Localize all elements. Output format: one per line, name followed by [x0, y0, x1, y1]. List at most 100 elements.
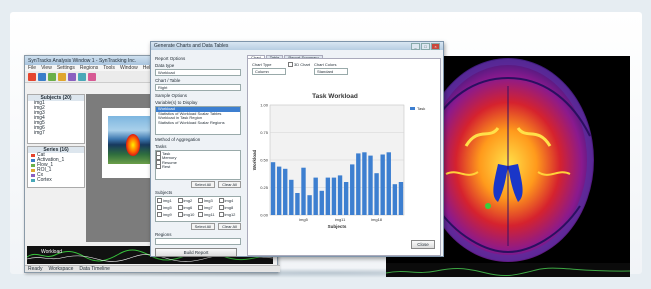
subject-checkbox-label: img12 [224, 212, 236, 218]
y-tick-label: 0.50 [260, 158, 269, 163]
subject-checkbox[interactable]: img8 [218, 205, 240, 211]
legend-label: Task [417, 106, 425, 111]
subject-checkbox[interactable]: img10 [177, 212, 199, 218]
variables-label: Variable(s) to Display [155, 100, 198, 105]
status-text: Ready [28, 266, 43, 272]
menu-tools[interactable]: Tools [103, 65, 115, 71]
tasks-select-all-button[interactable]: Select All [190, 181, 216, 188]
subject-checkbox-label: img6 [183, 205, 193, 211]
checkbox-icon [218, 197, 224, 203]
x-axis-label: Subjects [328, 224, 347, 229]
tasks-list: Task Memory Resume Rest [155, 150, 241, 180]
bar [362, 152, 367, 215]
subject-checkbox-label: img11 [204, 212, 215, 218]
subject-checkbox-label: img3 [204, 197, 213, 203]
y-tick-label: 0.00 [260, 213, 269, 218]
subject-checkbox[interactable]: img11 [198, 212, 219, 218]
regions-label: Regions [155, 232, 172, 237]
chart-dialog: Generate Charts and Data Tables _ □ × Re… [150, 41, 444, 257]
series-item[interactable]: Cortex [28, 178, 84, 183]
subject-checkbox[interactable]: img6 [177, 205, 199, 211]
series-swatch-icon [31, 179, 35, 182]
settings-tool-icon[interactable] [88, 72, 96, 81]
build-report-button[interactable]: Build Report [155, 248, 237, 257]
subject-checkbox[interactable]: img7 [198, 205, 219, 211]
bar [380, 154, 385, 215]
checkbox-icon [177, 205, 183, 211]
data-type-select[interactable]: Workload [155, 69, 241, 76]
bar [270, 162, 276, 215]
close-icon[interactable]: × [431, 43, 440, 50]
tab-workspace[interactable]: Workspace [48, 266, 73, 272]
tasks-label: Tasks [155, 144, 167, 149]
subject-checkbox[interactable]: img3 [198, 197, 219, 203]
legend-swatch [410, 107, 415, 110]
x-tick-label: img11 [335, 217, 346, 222]
open-tool-icon[interactable] [38, 72, 46, 81]
chart-colors-label: Chart Colors [314, 62, 337, 67]
maximize-icon[interactable]: □ [421, 43, 430, 50]
subject-buttons: Select All Clear All [155, 223, 241, 230]
bar [368, 155, 373, 215]
subject-item[interactable]: img7 [28, 131, 84, 136]
subject-checkbox[interactable]: img4 [218, 197, 240, 203]
tasks-clear-all-button[interactable]: Clear All [218, 181, 241, 188]
checkbox-icon [156, 164, 161, 170]
checkbox-icon [157, 212, 162, 218]
checkbox-icon [177, 197, 183, 203]
menu-settings[interactable]: Settings [57, 65, 75, 71]
region-tool-icon[interactable] [58, 72, 66, 81]
subjects-select-all-button[interactable]: Select All [190, 223, 216, 230]
regions-select[interactable] [155, 238, 241, 245]
series-panel: Series (16) Cat Activation_1 Flow_1 ROI_… [27, 146, 85, 188]
analysis-window-title: SynTracks Analysis Window 1 - SynTrackin… [28, 57, 136, 64]
play-tool-icon[interactable] [48, 72, 56, 81]
subject-checkbox[interactable]: img12 [218, 212, 240, 218]
variables-list: Workload Statistics of Workload Scalar T… [155, 106, 241, 135]
export-tool-icon[interactable] [78, 72, 86, 81]
report-options-label: Report Options [155, 56, 186, 61]
subject-checkbox[interactable]: img9 [157, 212, 178, 218]
chart-table-select[interactable]: Right [155, 84, 241, 91]
subject-checkbox[interactable]: img1 [157, 197, 178, 203]
chart-colors-select[interactable]: Standard [314, 68, 348, 75]
subject-checkbox[interactable]: img2 [177, 197, 199, 203]
subject-checkbox-label: img5 [163, 205, 172, 211]
minimize-icon[interactable]: _ [411, 43, 420, 50]
chart-type-label: Chart Type [252, 62, 272, 67]
subject-checkbox-label: img4 [224, 197, 234, 203]
bar [289, 179, 294, 215]
data-type-label: Data type [155, 63, 175, 68]
record-tool-icon[interactable] [28, 72, 36, 81]
series-swatch-icon [31, 159, 35, 162]
bar [319, 190, 324, 215]
chart-type-select[interactable]: Column [252, 68, 286, 75]
close-button[interactable]: Close [411, 240, 435, 249]
menu-view[interactable]: View [41, 65, 52, 71]
threed-checkbox[interactable]: 3D Chart [288, 62, 310, 67]
tab-data-timeline[interactable]: Data Timeline [79, 266, 110, 272]
bar [356, 153, 361, 215]
bar [392, 184, 398, 215]
checkbox-icon [218, 212, 224, 218]
workload-chart: Task Workload 0.00 0.25 0.50 0.75 1.00 img5 img… [248, 89, 434, 231]
subjects-clear-all-button[interactable]: Clear All [218, 223, 241, 230]
checkbox-icon [218, 205, 224, 211]
subject-checkbox-label: img10 [183, 212, 195, 218]
checkbox-icon [177, 212, 183, 218]
chart-tool-icon[interactable] [68, 72, 76, 81]
series-swatch-icon [31, 154, 35, 157]
subject-checkbox[interactable]: img5 [157, 205, 178, 211]
bar [325, 177, 331, 215]
menu-regions[interactable]: Regions [80, 65, 98, 71]
task-checkbox[interactable]: Rest [156, 164, 240, 170]
menu-window[interactable]: Window [120, 65, 138, 71]
bar [331, 177, 337, 215]
checkbox-icon [157, 197, 162, 203]
bar [337, 175, 343, 215]
aggregation-label: Method of Aggregation [155, 137, 201, 142]
chart-tab-content: Chart Type Column 3D Chart Chart Colors … [247, 58, 441, 256]
bar [295, 193, 300, 215]
bar [307, 195, 312, 215]
menu-file[interactable]: File [28, 65, 36, 71]
